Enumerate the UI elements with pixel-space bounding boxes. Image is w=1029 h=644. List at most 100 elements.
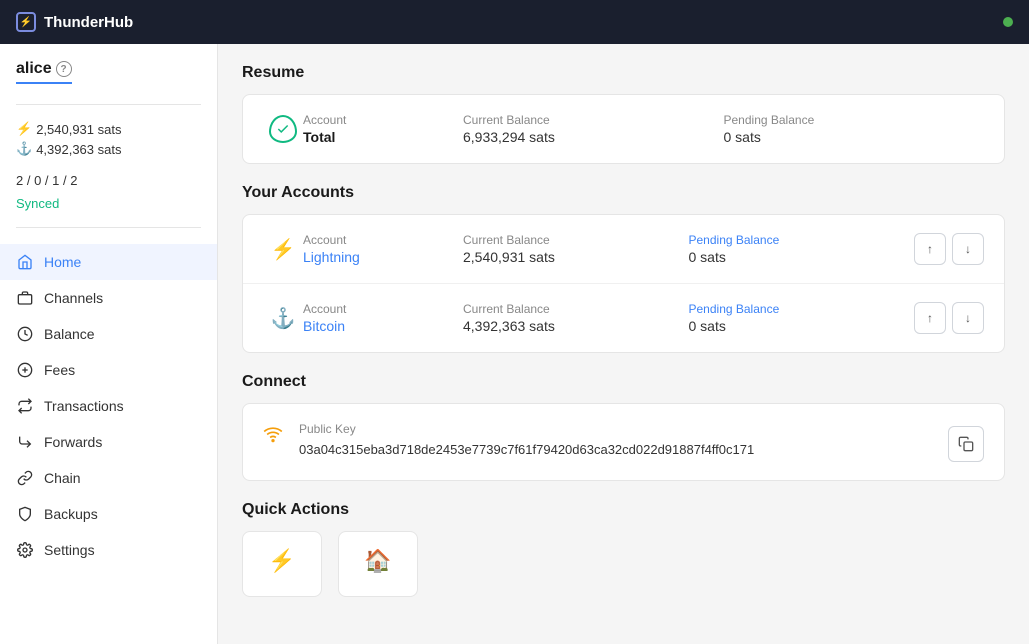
bitcoin-receive-button[interactable]: ↓ bbox=[952, 302, 984, 334]
resume-title: Resume bbox=[242, 64, 1005, 82]
status-indicator bbox=[1003, 17, 1013, 27]
lightning-pending-col: Pending Balance 0 sats bbox=[689, 233, 915, 265]
sidebar-item-chain-label: Chain bbox=[44, 470, 81, 486]
lightning-pending-label: Pending Balance bbox=[689, 233, 915, 247]
resume-account-label: Account bbox=[303, 113, 463, 127]
quick-action-bitcoin[interactable]: 🏠 bbox=[338, 531, 418, 597]
resume-row: Account Total Current Balance 6,933,294 … bbox=[243, 95, 1004, 163]
connect-section: Connect Public Key 03a04c315eba3d718de24… bbox=[242, 373, 1005, 481]
help-icon[interactable]: ? bbox=[56, 61, 72, 77]
synced-status: Synced bbox=[0, 192, 217, 219]
anchor-stat-icon: ⚓ bbox=[16, 141, 32, 157]
lightning-account-col: Account Lightning bbox=[303, 233, 463, 265]
lightning-stat-icon: ⚡ bbox=[16, 121, 32, 137]
topbar: ⚡ ThunderHub bbox=[0, 0, 1029, 44]
main-layout: alice ? ⚡ 2,540,931 sats ⚓ 4,392,363 sat… bbox=[0, 44, 1029, 644]
lightning-balance-label: Current Balance bbox=[463, 233, 689, 247]
sidebar-user-section: alice ? bbox=[0, 60, 217, 96]
resume-account-col: Account Total bbox=[303, 113, 463, 145]
sidebar-item-chain[interactable]: Chain bbox=[0, 460, 217, 496]
lightning-account-row: ⚡ Account Lightning Current Balance 2,54… bbox=[243, 215, 1004, 284]
lightning-balance-amount: 2,540,931 sats bbox=[463, 249, 689, 265]
accounts-section: Your Accounts ⚡ Account Lightning Curren… bbox=[242, 184, 1005, 353]
bitcoin-balance-label: Current Balance bbox=[463, 302, 689, 316]
lightning-balance-col: Current Balance 2,540,931 sats bbox=[463, 233, 689, 265]
copy-pubkey-button[interactable] bbox=[948, 426, 984, 462]
pubkey-section: Public Key 03a04c315eba3d718de2453e7739c… bbox=[299, 422, 932, 460]
sidebar-item-channels[interactable]: Channels bbox=[0, 280, 217, 316]
sidebar-item-forwards[interactable]: Forwards bbox=[0, 424, 217, 460]
lightning-send-button[interactable]: ↑ bbox=[914, 233, 946, 265]
sidebar-item-home[interactable]: Home bbox=[0, 244, 217, 280]
sidebar-item-settings-label: Settings bbox=[44, 542, 95, 558]
accounts-card: ⚡ Account Lightning Current Balance 2,54… bbox=[242, 214, 1005, 353]
sidebar-item-transactions[interactable]: Transactions bbox=[0, 388, 217, 424]
settings-icon bbox=[16, 541, 34, 559]
backups-icon bbox=[16, 505, 34, 523]
channels-ratio: 2 / 0 / 1 / 2 bbox=[0, 169, 217, 192]
lightning-receive-button[interactable]: ↓ bbox=[952, 233, 984, 265]
connect-card: Public Key 03a04c315eba3d718de2453e7739c… bbox=[242, 403, 1005, 481]
app-logo: ⚡ ThunderHub bbox=[16, 12, 133, 32]
channels-icon bbox=[16, 289, 34, 307]
bitcoin-account-row: ⚓ Account Bitcoin Current Balance 4,392,… bbox=[243, 284, 1004, 352]
resume-account-value: Total bbox=[303, 129, 463, 145]
app-name: ThunderHub bbox=[44, 14, 133, 31]
lightning-balance-value: 2,540,931 sats bbox=[36, 122, 121, 137]
quick-actions-row: ⚡ 🏠 bbox=[242, 531, 1005, 597]
sidebar-nav: Home Channels Balance bbox=[0, 236, 217, 576]
sidebar-item-home-label: Home bbox=[44, 254, 81, 270]
resume-pending-value: 0 sats bbox=[724, 129, 985, 145]
sidebar: alice ? ⚡ 2,540,931 sats ⚓ 4,392,363 sat… bbox=[0, 44, 218, 644]
chain-icon bbox=[16, 469, 34, 487]
sidebar-item-settings[interactable]: Settings bbox=[0, 532, 217, 568]
connect-row: Public Key 03a04c315eba3d718de2453e7739c… bbox=[243, 404, 1004, 480]
bitcoin-send-button[interactable]: ↑ bbox=[914, 302, 946, 334]
resume-balance-label: Current Balance bbox=[463, 113, 724, 127]
lightning-pending-value: 0 sats bbox=[689, 249, 915, 265]
sidebar-divider-2 bbox=[16, 227, 201, 228]
resume-balance-value: 6,933,294 sats bbox=[463, 129, 724, 145]
forwards-icon bbox=[16, 433, 34, 451]
fees-icon bbox=[16, 361, 34, 379]
sidebar-username: alice ? bbox=[16, 60, 72, 84]
bitcoin-pending-col: Pending Balance 0 sats bbox=[689, 302, 915, 334]
balance-icon bbox=[16, 325, 34, 343]
sidebar-item-channels-label: Channels bbox=[44, 290, 103, 306]
bitcoin-account-col: Account Bitcoin bbox=[303, 302, 463, 334]
bitcoin-balance-amount: 4,392,363 sats bbox=[463, 318, 689, 334]
pubkey-value: 03a04c315eba3d718de2453e7739c7f61f79420d… bbox=[299, 440, 932, 460]
quick-action-lightning[interactable]: ⚡ bbox=[242, 531, 322, 597]
logo-icon: ⚡ bbox=[16, 12, 36, 32]
bitcoin-account-icon: ⚓ bbox=[263, 306, 303, 331]
qa-bitcoin-icon: 🏠 bbox=[364, 548, 391, 574]
lightning-account-value: Lightning bbox=[303, 249, 463, 265]
home-icon bbox=[16, 253, 34, 271]
accounts-title: Your Accounts bbox=[242, 184, 1005, 202]
resume-pending-label: Pending Balance bbox=[724, 113, 985, 127]
connect-title: Connect bbox=[242, 373, 1005, 391]
sidebar-item-transactions-label: Transactions bbox=[44, 398, 124, 414]
transactions-icon bbox=[16, 397, 34, 415]
sidebar-item-balance[interactable]: Balance bbox=[0, 316, 217, 352]
sidebar-divider-1 bbox=[16, 104, 201, 105]
quick-actions-title: Quick Actions bbox=[242, 501, 1005, 519]
sidebar-item-fees-label: Fees bbox=[44, 362, 75, 378]
pubkey-label: Public Key bbox=[299, 422, 932, 436]
username-text: alice bbox=[16, 60, 52, 78]
sidebar-item-fees[interactable]: Fees bbox=[0, 352, 217, 388]
bitcoin-actions: ↑ ↓ bbox=[914, 302, 984, 334]
resume-balance-col: Current Balance 6,933,294 sats bbox=[463, 113, 724, 145]
resume-shield-icon bbox=[263, 115, 303, 143]
sidebar-stats: ⚡ 2,540,931 sats ⚓ 4,392,363 sats bbox=[0, 113, 217, 169]
sidebar-item-forwards-label: Forwards bbox=[44, 434, 102, 450]
lightning-balance-stat: ⚡ 2,540,931 sats bbox=[16, 121, 201, 137]
resume-pending-col: Pending Balance 0 sats bbox=[724, 113, 985, 145]
resume-card: Account Total Current Balance 6,933,294 … bbox=[242, 94, 1005, 164]
sidebar-item-backups-label: Backups bbox=[44, 506, 98, 522]
resume-section: Resume Account Total bbox=[242, 64, 1005, 164]
sidebar-item-balance-label: Balance bbox=[44, 326, 95, 342]
quick-actions-section: Quick Actions ⚡ 🏠 bbox=[242, 501, 1005, 597]
sidebar-item-backups[interactable]: Backups bbox=[0, 496, 217, 532]
qa-lightning-icon: ⚡ bbox=[268, 548, 295, 574]
